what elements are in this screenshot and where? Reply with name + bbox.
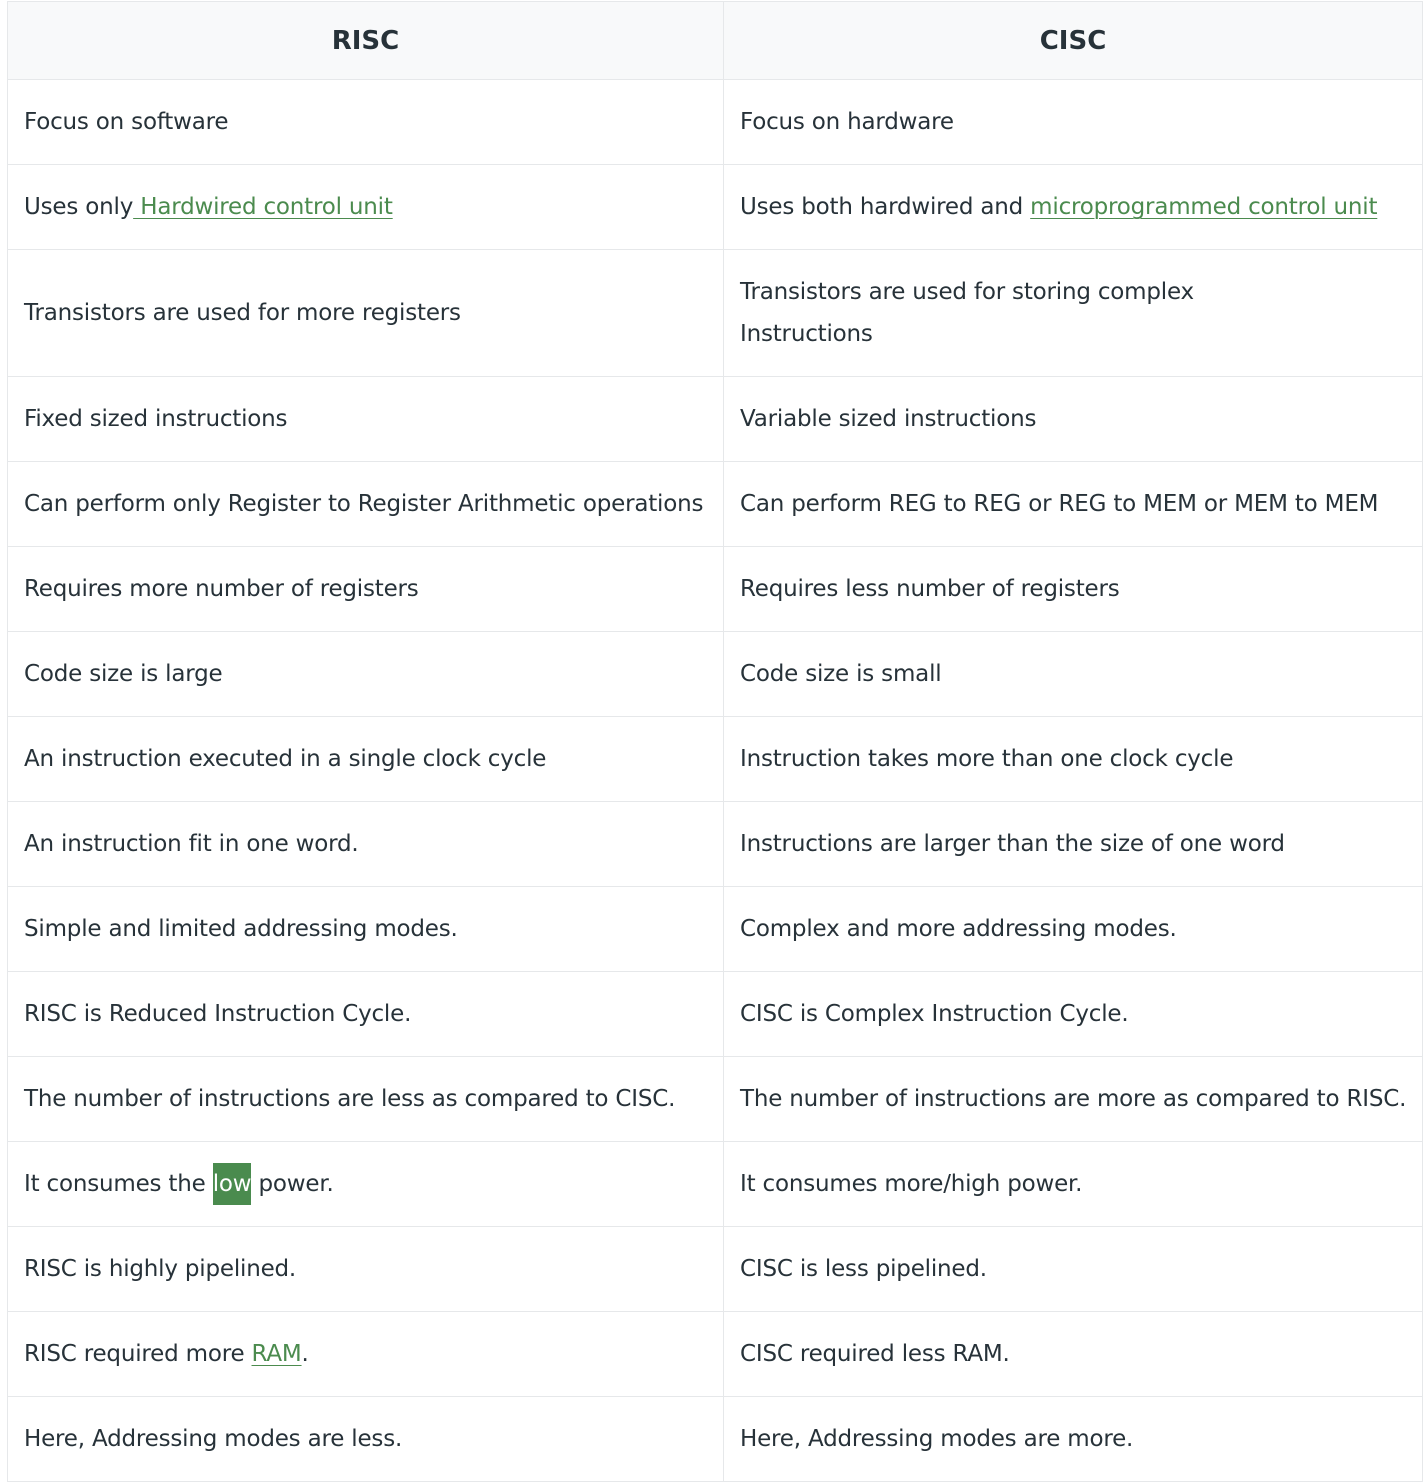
cisc-cell: Focus on hardware xyxy=(723,79,1423,165)
highlighted-text: low xyxy=(212,1163,252,1205)
table-row: Fixed sized instructions Variable sized … xyxy=(7,376,1423,462)
header-cisc: CISC xyxy=(723,1,1423,80)
cisc-cell: It consumes more/high power. xyxy=(723,1141,1423,1227)
cisc-cell: Uses both hardwired and microprogrammed … xyxy=(723,164,1423,250)
risc-cell: Simple and limited addressing modes. xyxy=(7,886,724,972)
risc-cell: RISC is Reduced Instruction Cycle. xyxy=(7,971,724,1057)
table-row: RISC required more RAM. CISC required le… xyxy=(7,1311,1423,1397)
cisc-cell: CISC is Complex Instruction Cycle. xyxy=(723,971,1423,1057)
table-row: An instruction executed in a single cloc… xyxy=(7,716,1423,802)
table-row: Uses only Hardwired control unit Uses bo… xyxy=(7,164,1423,250)
table-row: Requires more number of registers Requir… xyxy=(7,546,1423,632)
risc-cell: Can perform only Register to Register Ar… xyxy=(7,461,724,547)
cisc-cell: Here, Addressing modes are more. xyxy=(723,1396,1423,1482)
table-row: The number of instructions are less as c… xyxy=(7,1056,1423,1142)
risc-vs-cisc-table: RISC CISC Focus on software Focus on har… xyxy=(7,1,1423,1482)
cisc-cell: Code size is small xyxy=(723,631,1423,717)
cisc-cell: Requires less number of registers xyxy=(723,546,1423,632)
risc-cell: An instruction executed in a single cloc… xyxy=(7,716,724,802)
risc-cell: RISC required more RAM. xyxy=(7,1311,724,1397)
hardwired-control-unit-link[interactable]: Hardwired control unit xyxy=(133,194,393,220)
comparison-table-container: RISC CISC Focus on software Focus on har… xyxy=(7,1,1423,1482)
cell-text: Uses both hardwired and xyxy=(740,194,1031,220)
risc-cell: RISC is highly pipelined. xyxy=(7,1226,724,1312)
risc-cell: Requires more number of registers xyxy=(7,546,724,632)
risc-cell: Fixed sized instructions xyxy=(7,376,724,462)
table-row: Can perform only Register to Register Ar… xyxy=(7,461,1423,547)
risc-cell: An instruction fit in one word. xyxy=(7,801,724,887)
table-row: It consumes the low power. It consumes m… xyxy=(7,1141,1423,1227)
cell-text: It consumes the xyxy=(24,1171,213,1197)
cisc-cell: Variable sized instructions xyxy=(723,376,1423,462)
cisc-cell: Complex and more addressing modes. xyxy=(723,886,1423,972)
cisc-cell: CISC is less pipelined. xyxy=(723,1226,1423,1312)
cisc-cell: Transistors are used for storing complex… xyxy=(723,249,1423,377)
table-header-row: RISC CISC xyxy=(7,1,1423,80)
table-row: Here, Addressing modes are less. Here, A… xyxy=(7,1396,1423,1482)
risc-cell: The number of instructions are less as c… xyxy=(7,1056,724,1142)
table-row: Transistors are used for more registers … xyxy=(7,249,1423,377)
cisc-cell: Instruction takes more than one clock cy… xyxy=(723,716,1423,802)
cisc-cell: The number of instructions are more as c… xyxy=(723,1056,1423,1142)
risc-cell: Focus on software xyxy=(7,79,724,165)
cisc-cell: CISC required less RAM. xyxy=(723,1311,1423,1397)
ram-link[interactable]: RAM xyxy=(252,1341,302,1367)
risc-cell: Code size is large xyxy=(7,631,724,717)
cell-text: Uses only xyxy=(24,194,134,220)
table-row: RISC is highly pipelined. CISC is less p… xyxy=(7,1226,1423,1312)
header-risc: RISC xyxy=(7,1,724,80)
table-row: An instruction fit in one word. Instruct… xyxy=(7,801,1423,887)
microprogrammed-control-unit-link[interactable]: microprogrammed control unit xyxy=(1030,194,1377,220)
risc-cell: Transistors are used for more registers xyxy=(7,249,724,377)
cell-text: power. xyxy=(251,1171,334,1197)
table-row: Simple and limited addressing modes. Com… xyxy=(7,886,1423,972)
cell-text: RISC required more xyxy=(24,1341,252,1367)
table-row: Focus on software Focus on hardware xyxy=(7,79,1423,165)
risc-cell: Here, Addressing modes are less. xyxy=(7,1396,724,1482)
cisc-cell: Can perform REG to REG or REG to MEM or … xyxy=(723,461,1423,547)
risc-cell: It consumes the low power. xyxy=(7,1141,724,1227)
cisc-cell: Instructions are larger than the size of… xyxy=(723,801,1423,887)
table-row: RISC is Reduced Instruction Cycle. CISC … xyxy=(7,971,1423,1057)
table-row: Code size is large Code size is small xyxy=(7,631,1423,717)
risc-cell: Uses only Hardwired control unit xyxy=(7,164,724,250)
cell-text: . xyxy=(301,1341,309,1367)
